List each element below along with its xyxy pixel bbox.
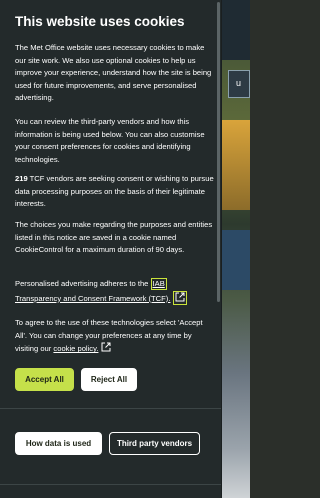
tab-third-party-vendors[interactable]: Third party vendors — [109, 432, 200, 455]
background-button: u — [228, 70, 250, 98]
cookie-storage-paragraph: The choices you make regarding the purpo… — [15, 220, 213, 255]
background-header — [222, 0, 250, 60]
cookie-policy-link[interactable]: cookie policy. — [53, 344, 98, 353]
tab-how-data-is-used[interactable]: How data is used — [15, 432, 102, 455]
external-link-icon — [101, 342, 111, 352]
external-link-icon — [175, 292, 185, 302]
iab-link-text: IAB — [152, 279, 165, 288]
background-image — [222, 230, 250, 290]
divider — [0, 408, 221, 409]
divider — [0, 484, 221, 485]
background-image — [222, 120, 250, 210]
iab-paragraph: Personalised advertising adheres to the … — [15, 278, 215, 305]
tcf-vendors-paragraph: 219 TCF vendors are seeking consent or w… — [15, 173, 215, 211]
iab-link-focus[interactable]: IAB — [150, 278, 167, 290]
iab-tcf-link-text: Transparency and Consent Framework (TCF)… — [15, 293, 171, 303]
cookie-dialog: This website uses cookies The Met Office… — [0, 0, 222, 498]
iab-prefix: Personalised advertising adheres to the — [15, 279, 151, 288]
reject-all-button[interactable]: Reject All — [81, 368, 137, 391]
vendor-count: 219 — [15, 174, 28, 183]
intro-paragraph: The Met Office website uses necessary co… — [15, 43, 212, 103]
scrollbar[interactable] — [217, 2, 220, 302]
external-link-icon-wrapper[interactable] — [173, 290, 188, 305]
tcf-vendors-text: TCF vendors are seeking consent or wishi… — [15, 174, 214, 209]
consent-paragraph: To agree to the use of these technologie… — [15, 317, 215, 356]
iab-tcf-link[interactable]: Transparency and Consent Framework (TCF)… — [15, 294, 170, 303]
dialog-title: This website uses cookies — [15, 14, 185, 29]
accept-all-button[interactable]: Accept All — [15, 368, 74, 391]
vendors-paragraph: You can review the third-party vendors a… — [15, 117, 205, 164]
